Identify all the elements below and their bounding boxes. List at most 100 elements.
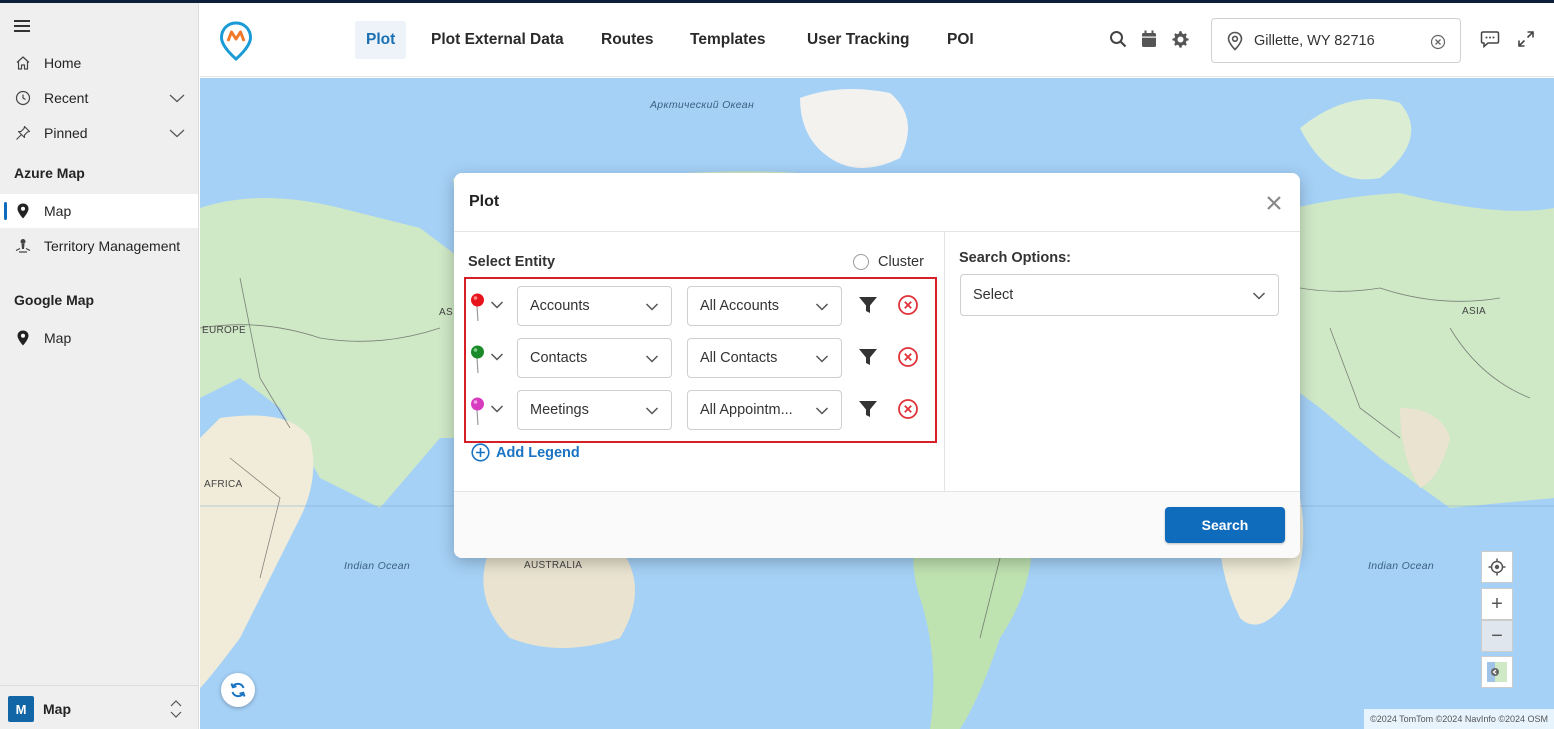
sidebar-item-google-map[interactable]: Map [0, 321, 198, 355]
view-select-value: All Accounts [700, 298, 779, 314]
sidebar-item-recent[interactable]: Recent [0, 81, 198, 115]
entity-row: Accounts All Accounts [468, 284, 928, 328]
remove-row-icon[interactable] [897, 294, 919, 316]
entity-row: Contacts All Contacts [468, 336, 928, 380]
sidebar-item-pinned[interactable]: Pinned [0, 116, 198, 150]
sidebar: Home Recent Pinned Azure Map Map Territo… [0, 3, 199, 729]
active-indicator [4, 202, 7, 220]
filter-icon[interactable] [858, 399, 878, 419]
location-input[interactable] [1254, 27, 1424, 55]
cluster-radio[interactable]: Cluster [853, 254, 924, 270]
map-label-arctic: Арктический Океан [650, 99, 755, 111]
home-icon [14, 54, 32, 72]
dialog-title: Plot [469, 193, 500, 210]
section-title-google-map: Google Map [14, 292, 95, 308]
add-legend-label: Add Legend [496, 444, 580, 461]
chevron-down-icon[interactable] [490, 402, 504, 416]
chevron-down-icon [645, 352, 659, 366]
view-select-value: All Contacts [700, 350, 778, 366]
entity-row: Meetings All Appointm... [468, 388, 928, 432]
map-label-europe: EUROPE [202, 325, 247, 336]
area-badge: M [8, 696, 34, 722]
chevron-down-icon[interactable] [168, 124, 186, 142]
chevron-up-down-icon [169, 699, 183, 719]
chevron-down-icon [815, 300, 829, 314]
remove-row-icon[interactable] [897, 398, 919, 420]
zoom-out-button[interactable]: − [1481, 620, 1513, 652]
gear-icon[interactable] [1170, 29, 1190, 49]
entity-select[interactable]: Meetings [517, 390, 672, 430]
map-pin-red-icon[interactable] [468, 292, 490, 322]
sidebar-item-azure-map[interactable]: Map [0, 194, 198, 228]
app-header: Plot Plot External Data Routes Templates… [200, 3, 1554, 77]
chevron-down-icon [815, 352, 829, 366]
location-field[interactable] [1211, 18, 1461, 63]
chevron-down-icon[interactable] [168, 89, 186, 107]
divider [454, 231, 1300, 232]
tab-poi[interactable]: POI [936, 21, 985, 59]
plus-circle-icon [471, 443, 490, 462]
filter-icon[interactable] [858, 295, 878, 315]
tab-templates[interactable]: Templates [679, 21, 777, 59]
entity-select[interactable]: Contacts [517, 338, 672, 378]
map-label-indian-ocean-right: Indian Ocean [1368, 560, 1435, 572]
filter-icon[interactable] [858, 347, 878, 367]
clock-icon [14, 89, 32, 107]
sidebar-item-label: Recent [44, 90, 89, 106]
map-pin-green-icon[interactable] [468, 344, 490, 374]
add-legend-button[interactable]: Add Legend [471, 443, 580, 462]
sidebar-item-label: Territory Management [44, 238, 181, 254]
chevron-down-icon[interactable] [490, 298, 504, 312]
chevron-down-icon [645, 404, 659, 418]
radio-button[interactable] [853, 254, 869, 270]
view-select[interactable]: All Appointm... [687, 390, 842, 430]
view-select-value: All Appointm... [700, 402, 793, 418]
tab-user-tracking[interactable]: User Tracking [796, 21, 921, 59]
crosshair-icon[interactable] [1481, 551, 1513, 583]
tab-plot[interactable]: Plot [355, 21, 407, 59]
area-switcher[interactable]: M Map [0, 685, 198, 729]
map-pin-icon [14, 329, 32, 347]
chat-icon[interactable] [1480, 29, 1500, 49]
area-label: Map [43, 701, 71, 717]
plot-dialog: Plot Select Entity Cluster Accounts All … [454, 173, 1300, 558]
search-options-select[interactable]: Select [960, 274, 1279, 316]
map-pin-icon [14, 202, 32, 220]
search-icon[interactable] [1108, 29, 1128, 49]
tab-plot-external-data[interactable]: Plot External Data [420, 21, 575, 59]
entity-select-value: Contacts [530, 350, 588, 366]
refresh-icon[interactable] [221, 673, 255, 707]
divider [944, 232, 945, 492]
clear-icon[interactable] [1430, 34, 1446, 50]
sidebar-item-label: Map [44, 330, 72, 346]
view-select[interactable]: All Contacts [687, 338, 842, 378]
search-button[interactable]: Search [1165, 507, 1285, 543]
sidebar-item-territory-management[interactable]: Territory Management [0, 229, 198, 263]
close-icon[interactable] [1264, 193, 1284, 213]
map-label-asia-left: AS [439, 307, 453, 318]
tab-routes[interactable]: Routes [590, 21, 665, 59]
map-attribution: ©2024 TomTom ©2024 NavInfo ©2024 OSM [1364, 709, 1554, 729]
section-title-azure-map: Azure Map [14, 165, 85, 181]
select-entity-label: Select Entity [468, 254, 556, 270]
view-select[interactable]: All Accounts [687, 286, 842, 326]
calendar-icon[interactable] [1139, 29, 1159, 49]
pin-icon [14, 124, 32, 142]
map-label-indian-ocean-left: Indian Ocean [344, 560, 411, 572]
zoom-in-button[interactable]: + [1481, 588, 1513, 620]
map-style-icon[interactable] [1481, 656, 1513, 688]
search-options-label: Search Options: [959, 250, 1071, 266]
sidebar-item-label: Pinned [44, 125, 88, 141]
hamburger-icon[interactable] [14, 20, 30, 32]
map-label-asia-right: ASIA [1462, 306, 1486, 317]
map-pin-magenta-icon[interactable] [468, 396, 490, 426]
entity-select-value: Accounts [530, 298, 590, 314]
map-label-australia: AUSTRALIA [524, 560, 583, 571]
remove-row-icon[interactable] [897, 346, 919, 368]
entity-select-value: Meetings [530, 402, 589, 418]
sidebar-item-home[interactable]: Home [0, 46, 198, 80]
expand-icon[interactable] [1516, 29, 1536, 49]
entity-select[interactable]: Accounts [517, 286, 672, 326]
chevron-down-icon [1252, 289, 1266, 303]
chevron-down-icon[interactable] [490, 350, 504, 364]
